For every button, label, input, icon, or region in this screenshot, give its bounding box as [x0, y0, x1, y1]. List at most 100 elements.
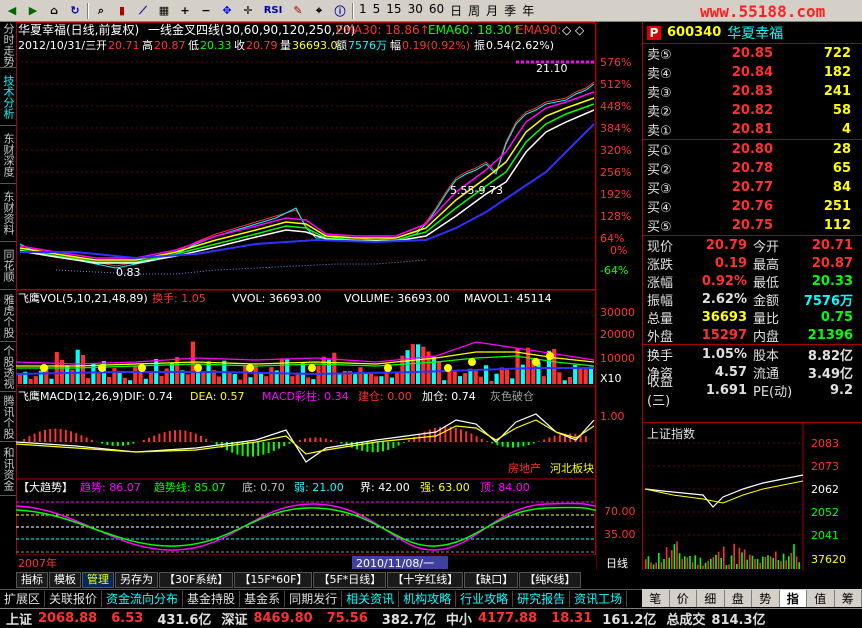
mini-volume-bar — [717, 551, 720, 569]
indicator-tab-4[interactable]: 【30F系统】 — [159, 572, 234, 588]
bar-chart-icon[interactable]: ▮ — [112, 1, 132, 20]
period-7[interactable]: 月 — [483, 2, 501, 19]
right-tab-6[interactable]: 值 — [807, 589, 835, 607]
left-tab-8[interactable]: 和讯资金 — [0, 442, 16, 496]
bid-row[interactable]: 买② 20.78 65 — [643, 159, 862, 178]
macd-bar — [543, 439, 546, 442]
refresh-icon[interactable]: ↻ — [65, 1, 85, 20]
menu-item-0[interactable]: 扩展区 — [0, 590, 46, 607]
chart-area[interactable]: 华夏幸福(日线,前复权) 一线金叉四线(30,60,90,120,250,20)… — [16, 22, 642, 570]
macd-bar — [512, 442, 514, 448]
indicator-tab-5[interactable]: 【15F*60F】 — [234, 572, 313, 588]
quote-stats: 现价 20.79 今开 20.71 涨跌 0.19 最高 20.87 涨幅 0.92% 最低 20.3… — [643, 236, 862, 345]
right-tab-7[interactable]: 筹 — [835, 589, 862, 607]
left-tab-6[interactable]: 个股透视 — [0, 342, 16, 392]
bid-row[interactable]: 买① 20.80 28 — [643, 140, 862, 159]
macd-bar — [486, 441, 488, 442]
total-value: 814.3亿 — [711, 613, 766, 628]
period-6[interactable]: 周 — [465, 2, 483, 19]
ask-row[interactable]: 卖③ 20.83 241 — [643, 82, 862, 101]
menu-item-6[interactable]: 相关资讯 — [342, 590, 400, 607]
info-icon[interactable]: ⓘ — [330, 1, 350, 20]
ask-row[interactable]: 卖⑤ 20.85 722 — [643, 44, 862, 63]
sh-value: 2068.88 — [38, 611, 98, 626]
right-tab-2[interactable]: 细 — [697, 589, 725, 607]
left-tab-5[interactable]: 雅虎个股 — [0, 290, 16, 342]
bid-row[interactable]: 买⑤ 20.75 112 — [643, 216, 862, 235]
forward-icon[interactable]: ▶ — [23, 1, 43, 20]
period-4[interactable]: 60 — [426, 2, 447, 19]
right-tab-5[interactable]: 指 — [779, 589, 807, 607]
zoom-out-icon[interactable]: − — [196, 1, 216, 20]
volume-bar — [122, 377, 127, 384]
period-3[interactable]: 30 — [405, 2, 426, 19]
period-5[interactable]: 日 — [447, 2, 465, 19]
period-2[interactable]: 15 — [383, 2, 404, 19]
indicator-tab-3[interactable]: 另存为 — [115, 572, 158, 588]
indicator-tab-1[interactable]: 模板 — [49, 572, 81, 588]
indicator-tab-0[interactable]: 指标 — [16, 572, 48, 588]
mini-volume-bar — [650, 562, 652, 569]
move-icon[interactable]: ✥ — [217, 1, 237, 20]
volume-bar — [505, 369, 510, 384]
macd-bar — [80, 435, 83, 442]
left-tab-1[interactable]: 技术分析 — [0, 68, 16, 126]
bid-row[interactable]: 买④ 20.76 251 — [643, 197, 862, 216]
volume-bar — [175, 356, 180, 384]
bid-row[interactable]: 买③ 20.77 84 — [643, 178, 862, 197]
find-icon[interactable]: ⌕ — [91, 1, 111, 20]
zoom-in-icon[interactable]: + — [175, 1, 195, 20]
mini-y-axis: 2083 2073 2062 2052 2041 37620 — [811, 437, 846, 566]
watermark: www.55188.com — [700, 2, 826, 21]
arrow-nav-icon[interactable]: ◇ ◇ — [562, 23, 585, 37]
indicator-tab-7[interactable]: 【十字红线】 — [387, 572, 464, 588]
rsi-icon[interactable]: RSI — [259, 1, 287, 20]
right-tab-4[interactable]: 势 — [752, 589, 780, 607]
left-tab-2[interactable]: 东财深度 — [0, 126, 16, 184]
grid-icon[interactable]: ▦ — [154, 1, 174, 20]
indicator-tab-2[interactable]: 管理 — [82, 572, 114, 588]
cross-icon[interactable]: ✛ — [238, 1, 258, 20]
menu-item-9[interactable]: 研究报告 — [513, 590, 571, 607]
right-tab-0[interactable]: 笔 — [642, 589, 670, 607]
mini-volume-bar — [655, 562, 657, 569]
home-icon[interactable]: ⌂ — [44, 1, 64, 20]
period-8[interactable]: 季 — [501, 2, 519, 19]
macd-bar — [116, 442, 119, 447]
right-tab-1[interactable]: 价 — [670, 589, 697, 607]
ask-row[interactable]: 卖④ 20.84 182 — [643, 63, 862, 82]
quote-value: 1.05% — [701, 346, 747, 362]
macd-bar — [314, 437, 317, 442]
back-icon[interactable]: ◀ — [2, 1, 22, 20]
menu-item-7[interactable]: 机构攻略 — [399, 590, 457, 607]
right-tab-3[interactable]: 盘 — [725, 589, 752, 607]
volume-bar — [143, 378, 148, 384]
crosshair-icon[interactable]: ⌖ — [309, 1, 329, 20]
macd-bar — [90, 439, 93, 442]
menu-item-3[interactable]: 基金持股 — [183, 590, 241, 607]
ask-row[interactable]: 卖② 20.82 58 — [643, 101, 862, 120]
level-price: 20.84 — [731, 65, 773, 80]
index-mini-chart[interactable]: 上证指数 2083 2073 2062 2052 2041 37620 — [642, 422, 862, 571]
menu-item-4[interactable]: 基金系 — [240, 590, 286, 607]
macd-bar — [85, 437, 88, 442]
ask-row[interactable]: 卖① 20.81 4 — [643, 120, 862, 139]
left-tab-4[interactable]: 同花顺 — [0, 242, 16, 290]
menu-item-5[interactable]: 同期发行 — [285, 590, 343, 607]
menu-item-8[interactable]: 行业攻略 — [456, 590, 514, 607]
left-tab-0[interactable]: 分时走势 — [0, 22, 16, 68]
menu-item-10[interactable]: 资讯工场 — [570, 590, 628, 607]
draw-icon[interactable]: ✎ — [288, 1, 308, 20]
menu-item-1[interactable]: 关联报价 — [45, 590, 103, 607]
volume-bar — [332, 352, 337, 384]
indicator-tab-6[interactable]: 【5F*日线】 — [313, 572, 387, 588]
period-1[interactable]: 5 — [370, 2, 384, 19]
period-9[interactable]: 年 — [519, 2, 537, 19]
period-0[interactable]: 1 — [356, 2, 370, 19]
menu-item-2[interactable]: 资金流向分布 — [102, 590, 184, 607]
left-tab-3[interactable]: 东财资料 — [0, 184, 16, 242]
indicator-tab-8[interactable]: 【缺口】 — [464, 572, 519, 588]
line-icon[interactable]: ⟋ — [133, 1, 153, 20]
indicator-tab-9[interactable]: 【纯K线】 — [519, 572, 581, 588]
left-tab-7[interactable]: 腾讯个股 — [0, 392, 16, 442]
